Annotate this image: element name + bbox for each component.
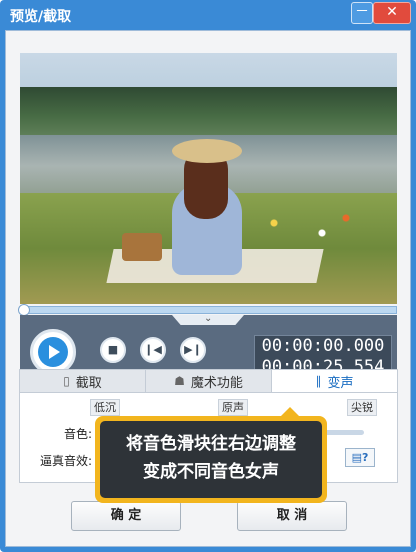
tone-label: 音色: [64, 427, 93, 441]
previous-icon: ❙◀ [144, 343, 162, 356]
tab-crop-label: 截取 [75, 375, 102, 391]
window-title: 预览/截取 [10, 9, 72, 25]
realistic-effect-label: 逼真音效: [40, 454, 93, 468]
video-scene-girl-hat [172, 139, 242, 163]
video-scene-basket [122, 233, 162, 261]
video-preview[interactable] [20, 53, 397, 304]
tooltip-callout: 将音色滑块往右边调整 变成不同音色女声 [95, 407, 327, 503]
tick-original: 原声 [218, 399, 248, 416]
video-scene-trees [20, 87, 397, 135]
voice-icon: ∥ [315, 374, 322, 388]
play-icon [38, 337, 68, 367]
tab-magic[interactable]: ☗ 魔术功能 [146, 370, 272, 392]
stop-icon: ■ [107, 343, 119, 356]
crop-icon: ▯ [63, 374, 70, 388]
tick-low: 低沉 [90, 399, 120, 416]
title-bar: 预览/截取 － ✕ [0, 0, 416, 30]
stop-button[interactable]: ■ [100, 337, 126, 363]
magic-icon: ☗ [174, 374, 185, 388]
previous-frame-button[interactable]: ❙◀ [140, 337, 166, 363]
tick-sharp: 尖锐 [347, 399, 377, 416]
tab-voice-change-label: 变声 [327, 375, 354, 391]
tab-voice-change[interactable]: ∥ 变声 [272, 370, 397, 392]
close-button[interactable]: ✕ [373, 2, 411, 24]
next-icon: ▶❙ [184, 343, 202, 356]
video-scene-flowers [250, 203, 370, 253]
help-button[interactable]: ▤? [345, 448, 375, 467]
tooltip-body: 将音色滑块往右边调整 变成不同音色女声 [100, 421, 322, 498]
minimize-button[interactable]: － [351, 2, 373, 24]
tooltip-line-2: 变成不同音色女声 [143, 462, 279, 482]
preview-window: 预览/截取 － ✕ ⌄ ■ ❙◀ ▶❙ 00:00:00.000 00:00:2… [0, 0, 416, 552]
ok-button[interactable]: 确 定 [71, 501, 181, 531]
tooltip-arrow [281, 407, 299, 416]
tooltip-line-1: 将音色滑块往右边调整 [126, 434, 296, 454]
tab-bar: ▯ 截取 ☗ 魔术功能 ∥ 变声 [19, 369, 398, 393]
next-frame-button[interactable]: ▶❙ [180, 337, 206, 363]
tab-crop[interactable]: ▯ 截取 [20, 370, 146, 392]
cancel-button[interactable]: 取 消 [237, 501, 347, 531]
chevron-down-icon[interactable]: ⌄ [204, 313, 212, 324]
tab-magic-label: 魔术功能 [190, 375, 243, 391]
current-time: 00:00:00.000 [261, 336, 385, 356]
